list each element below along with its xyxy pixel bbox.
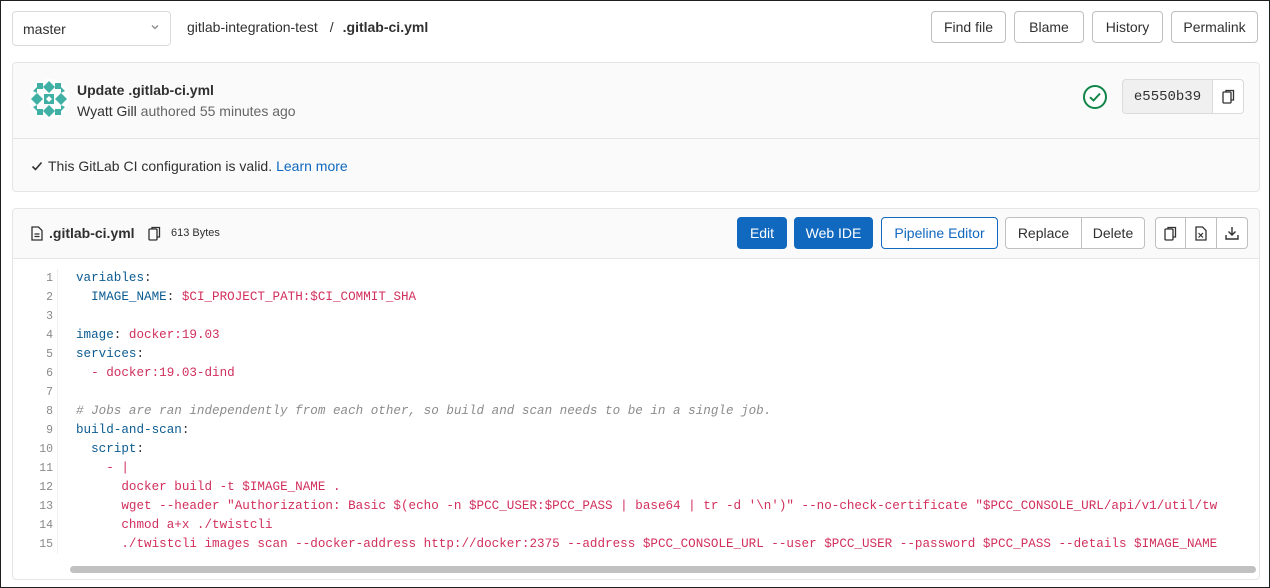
code-text: variables: bbox=[76, 271, 152, 285]
line-number[interactable]: 11 bbox=[13, 459, 58, 478]
line-number[interactable]: 13 bbox=[13, 497, 58, 516]
line-number[interactable]: 8 bbox=[13, 402, 58, 421]
scrollbar-thumb[interactable] bbox=[70, 566, 1256, 573]
code-line: 10 script: bbox=[13, 440, 1259, 459]
raw-file-icon bbox=[1195, 225, 1207, 241]
commit-author[interactable]: Wyatt Gill bbox=[77, 103, 137, 119]
line-number[interactable]: 12 bbox=[13, 478, 58, 497]
code-text: build-and-scan: bbox=[76, 423, 190, 437]
commit-sha[interactable]: e5550b39 bbox=[1122, 79, 1213, 114]
code-viewer: 1 variables: 2 IMAGE_NAME: $CI_PROJECT_PAT… bbox=[13, 260, 1259, 565]
breadcrumb-separator: / bbox=[329, 19, 334, 35]
file-viewer: .gitlab-ci.yml 613 Bytes Edit Web IDE Pi… bbox=[12, 208, 1260, 580]
web-ide-button[interactable]: Web IDE bbox=[794, 217, 873, 249]
commit-authored-time: authored 55 minutes ago bbox=[140, 103, 296, 119]
find-file-button[interactable]: Find file bbox=[931, 11, 1006, 43]
check-icon bbox=[31, 161, 43, 171]
breadcrumb-file[interactable]: .gitlab-ci.yml bbox=[343, 19, 429, 35]
code-line: 5 services: bbox=[13, 345, 1259, 364]
copy-contents-icon bbox=[1164, 226, 1177, 241]
code-line: 2 IMAGE_NAME: $CI_PROJECT_PATH:$CI_COMMI… bbox=[13, 288, 1259, 307]
commit-meta: Wyatt Gill authored 55 minutes ago bbox=[77, 103, 296, 119]
code-text: IMAGE_NAME: $CI_PROJECT_PATH:$CI_COMMIT_… bbox=[91, 290, 417, 304]
chevron-down-icon bbox=[151, 25, 159, 30]
line-number[interactable]: 6 bbox=[13, 364, 58, 383]
avatar[interactable] bbox=[29, 79, 69, 119]
copy-contents-button[interactable] bbox=[1155, 217, 1186, 249]
code-text: chmod a+x ./twistcli bbox=[121, 518, 273, 532]
code-text: wget --header "Authorization: Basic $(ec… bbox=[121, 499, 1218, 513]
code-line: 11 - | bbox=[13, 459, 1259, 478]
code-line: 1 variables: bbox=[13, 269, 1259, 288]
code-text: # Jobs are ran independently from each o… bbox=[76, 404, 772, 418]
code-line: 14 chmod a+x ./twistcli bbox=[13, 516, 1259, 535]
code-text: - docker:19.03-dind bbox=[91, 366, 235, 380]
branch-name: master bbox=[23, 20, 66, 37]
line-number[interactable]: 4 bbox=[13, 326, 58, 345]
code-text: docker build -t $IMAGE_NAME . bbox=[121, 480, 341, 494]
history-button[interactable]: History bbox=[1092, 11, 1163, 43]
line-number[interactable]: 1 bbox=[13, 269, 58, 288]
code-line: 4 image: docker:19.03 bbox=[13, 326, 1259, 345]
learn-more-link[interactable]: Learn more bbox=[276, 158, 348, 174]
code-line: 3 bbox=[13, 307, 1259, 326]
pipeline-status-passed-icon[interactable] bbox=[1082, 84, 1108, 110]
replace-button[interactable]: Replace bbox=[1005, 217, 1082, 249]
line-number[interactable]: 14 bbox=[13, 516, 58, 535]
copy-file-path-icon[interactable] bbox=[148, 226, 161, 241]
code-line: 7 bbox=[13, 383, 1259, 402]
code-text: image: docker:19.03 bbox=[76, 328, 220, 342]
code-text: script: bbox=[91, 442, 145, 456]
breadcrumb: gitlab-integration-test / .gitlab-ci.yml bbox=[187, 19, 428, 35]
code-line: 15 ./twistcli images scan --docker-addre… bbox=[13, 535, 1259, 554]
code-line: 12 docker build -t $IMAGE_NAME . bbox=[13, 478, 1259, 497]
horizontal-scrollbar[interactable] bbox=[68, 563, 1259, 575]
download-icon bbox=[1225, 227, 1239, 240]
permalink-button[interactable]: Permalink bbox=[1171, 11, 1258, 43]
edit-button[interactable]: Edit bbox=[737, 217, 787, 249]
code-line: 8 # Jobs are ran independently from each … bbox=[13, 402, 1259, 421]
identicon-icon bbox=[29, 79, 69, 119]
line-number[interactable]: 9 bbox=[13, 421, 58, 440]
line-number[interactable]: 15 bbox=[13, 535, 58, 554]
code-text: services: bbox=[76, 347, 145, 361]
commit-sha-group: e5550b39 bbox=[1122, 79, 1244, 114]
code-text: - | bbox=[106, 461, 129, 475]
file-header: .gitlab-ci.yml 613 Bytes Edit Web IDE Pi… bbox=[13, 209, 1259, 259]
breadcrumb-project[interactable]: gitlab-integration-test bbox=[187, 19, 318, 35]
file-icon bbox=[31, 226, 43, 241]
copy-icon bbox=[1221, 89, 1234, 104]
download-button[interactable] bbox=[1217, 217, 1248, 249]
line-number[interactable]: 7 bbox=[13, 383, 58, 402]
delete-button[interactable]: Delete bbox=[1082, 217, 1145, 249]
ci-validation-message: This GitLab CI configuration is valid. L… bbox=[31, 158, 348, 174]
line-number[interactable]: 3 bbox=[13, 307, 58, 326]
file-name: .gitlab-ci.yml bbox=[49, 225, 135, 241]
pipeline-editor-button[interactable]: Pipeline Editor bbox=[881, 217, 998, 249]
line-number[interactable]: 5 bbox=[13, 345, 58, 364]
last-commit-panel: Update .gitlab-ci.yml Wyatt Gill authore… bbox=[12, 62, 1260, 192]
code-line: 6 - docker:19.03-dind bbox=[13, 364, 1259, 383]
code-line: 9 build-and-scan: bbox=[13, 421, 1259, 440]
ci-valid-text: This GitLab CI configuration is valid. bbox=[48, 158, 273, 174]
line-number[interactable]: 10 bbox=[13, 440, 58, 459]
commit-title[interactable]: Update .gitlab-ci.yml bbox=[77, 82, 214, 98]
line-number[interactable]: 2 bbox=[13, 288, 58, 307]
copy-sha-button[interactable] bbox=[1213, 79, 1244, 114]
blame-button[interactable]: Blame bbox=[1014, 11, 1084, 43]
code-line: 13 wget --header "Authorization: Basic $… bbox=[13, 497, 1259, 516]
branch-dropdown[interactable]: master bbox=[12, 11, 171, 46]
file-toolbar: master gitlab-integration-test / .gitlab… bbox=[1, 1, 1269, 53]
code-text: ./twistcli images scan --docker-address … bbox=[121, 537, 1218, 551]
open-raw-button[interactable] bbox=[1186, 217, 1217, 249]
file-size: 613 Bytes bbox=[171, 227, 220, 239]
